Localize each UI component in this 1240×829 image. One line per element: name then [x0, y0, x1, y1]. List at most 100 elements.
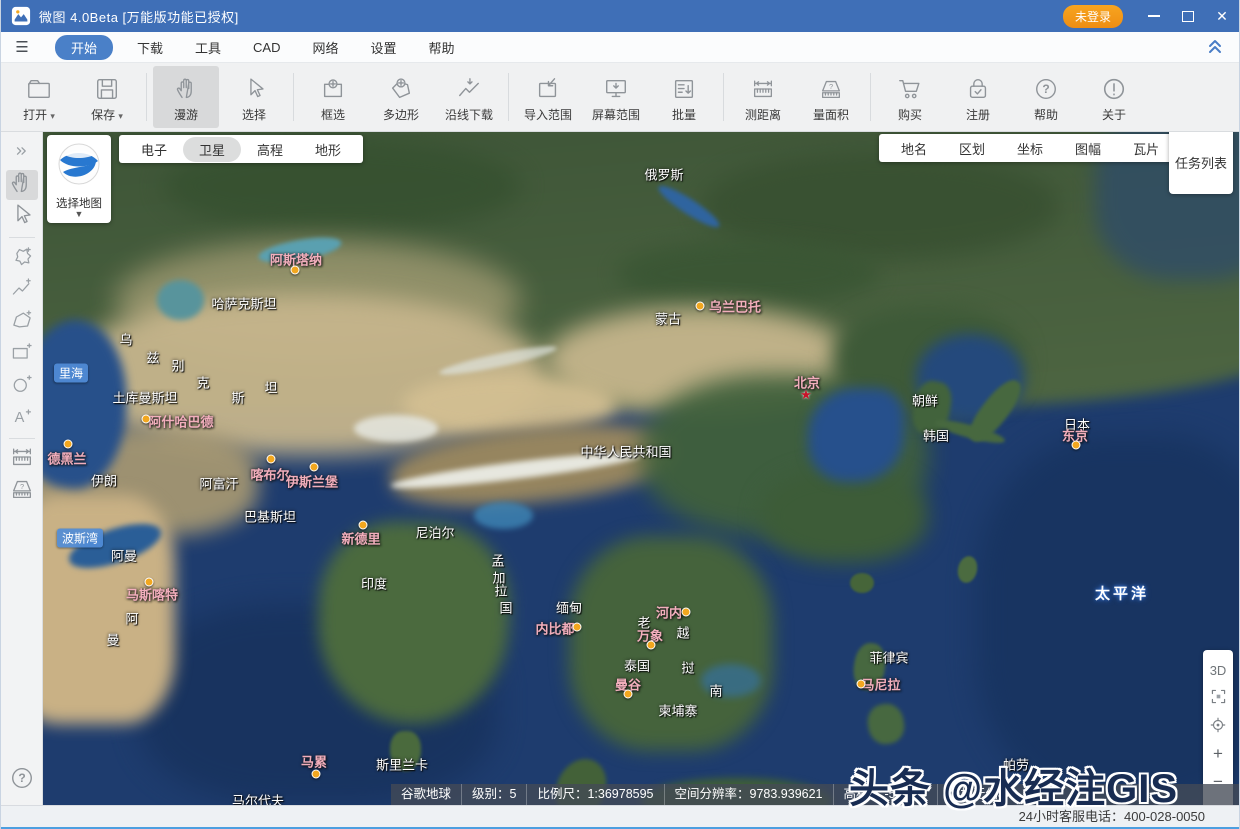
screen-extent-button[interactable]: 屏幕范围: [583, 66, 649, 128]
sidebar-divider: [9, 237, 35, 238]
menu-bar: ☰ 开始下载 工具 CAD 网络 设置 帮助: [1, 32, 1239, 63]
toolbar-separator: [723, 73, 724, 121]
status-segment: 高程： -523.79: [833, 784, 937, 805]
menu-item-tools[interactable]: 工具: [195, 35, 221, 60]
menu-item-start[interactable]: 开始: [55, 35, 113, 60]
save-button[interactable]: 保存 ▾: [74, 66, 140, 128]
polygon-icon: [388, 74, 414, 104]
toolbar-button-label: 打开 ▾: [23, 106, 55, 123]
close-icon: ✕: [1216, 8, 1228, 25]
menu-item-cad[interactable]: CAD: [253, 37, 280, 58]
along-line-download-button[interactable]: 沿线下载: [436, 66, 502, 128]
box-select-button[interactable]: 框选: [300, 66, 366, 128]
sidebar-tool-freeform-draw[interactable]: [6, 243, 38, 273]
menu-item-help[interactable]: 帮助: [429, 35, 455, 60]
register-button[interactable]: 注册: [945, 66, 1011, 128]
sidebar-tool-pan[interactable]: [6, 170, 38, 200]
layer-tab-terrain[interactable]: 地形: [299, 137, 357, 162]
google-earth-globe-icon: [57, 142, 101, 191]
toolbar-button-label: 漫游: [174, 106, 198, 123]
toolbar-button-label: 购买: [898, 106, 922, 123]
about-button[interactable]: 关于: [1081, 66, 1147, 128]
map-source-picker[interactable]: 选择地图 ▼: [47, 135, 111, 223]
map-label: 伊斯兰堡: [286, 472, 338, 491]
map-control-zoom-in[interactable]: +: [1205, 740, 1231, 768]
toolbar-button-label: 框选: [321, 106, 345, 123]
menu-item-download[interactable]: 下载: [137, 35, 163, 60]
menu-items: 开始下载 工具 CAD 网络 设置 帮助: [47, 35, 471, 60]
svg-text:?: ?: [1042, 82, 1049, 96]
map-control-fullscreen[interactable]: [1205, 684, 1231, 712]
data-tab-placenames[interactable]: 地名: [885, 136, 943, 161]
sidebar-tool-help[interactable]: ?: [6, 765, 38, 795]
layer-tab-electronic[interactable]: 电子: [125, 137, 183, 162]
map-data-tabs: 地名区划坐标图幅瓦片: [879, 134, 1181, 162]
import-extent-button[interactable]: 导入范围: [515, 66, 581, 128]
save-icon: [94, 74, 120, 104]
freeform-plus-icon: [10, 244, 34, 273]
map-control-view-3d[interactable]: 3D: [1205, 656, 1231, 684]
menu-item-settings[interactable]: 设置: [371, 35, 397, 60]
open-button[interactable]: 打开 ▾: [6, 66, 72, 128]
data-tab-districts[interactable]: 区划: [943, 136, 1001, 161]
sidebar-tool-measure-distance[interactable]: [6, 444, 38, 474]
toolbar-button-label: 测距离: [745, 106, 781, 123]
map-canvas[interactable]: 俄罗斯哈萨克斯坦蒙古中华人民共和国朝鲜韩国日本土库曼斯坦伊朗阿富汗巴基斯坦尼泊尔…: [43, 132, 1239, 805]
task-list-panel[interactable]: 任务列表: [1169, 132, 1233, 194]
customer-service-phone: 24小时客服电话：400-028-0050: [1019, 809, 1205, 824]
batch-button[interactable]: 批量: [651, 66, 717, 128]
sidebar-tool-select[interactable]: [6, 202, 38, 232]
toolbar-button-label: 量面积: [813, 106, 849, 123]
chevron-down-icon: ▾: [118, 111, 123, 121]
toolbar-separator: [293, 73, 294, 121]
data-tab-tiles[interactable]: 瓦片: [1117, 136, 1175, 161]
toolbar-button-label: 保存 ▾: [91, 106, 123, 123]
folder-icon: [26, 74, 52, 104]
menu-item-network[interactable]: 网络: [313, 35, 339, 60]
svg-text:?: ?: [19, 482, 23, 491]
task-list-label: 任务列表: [1175, 153, 1227, 172]
hamburger-menu-icon[interactable]: ☰: [11, 36, 33, 58]
help-icon: ?: [9, 765, 35, 796]
sidebar-tool-rectangle-draw[interactable]: [6, 339, 38, 369]
polygon-select-button[interactable]: 多边形: [368, 66, 434, 128]
select-button[interactable]: 选择: [221, 66, 287, 128]
circle-plus-icon: [10, 372, 34, 401]
terrain-shape: [851, 642, 888, 693]
terrain-shape: [617, 240, 880, 307]
measure-distance-button[interactable]: 测距离: [730, 66, 796, 128]
close-button[interactable]: ✕: [1205, 0, 1239, 32]
footer-bar: 24小时客服电话：400-028-0050: [1, 805, 1239, 827]
fullscreen-icon: [1210, 688, 1227, 708]
data-tab-map-sheets[interactable]: 图幅: [1059, 136, 1117, 161]
double-arrow-right-icon: [13, 142, 31, 165]
login-status-badge[interactable]: 未登录: [1063, 5, 1123, 28]
rect-select-icon: [320, 74, 346, 104]
maximize-button[interactable]: [1171, 0, 1205, 32]
window-title: 微图 4.0Beta [万能版功能已授权]: [39, 7, 239, 26]
data-tab-coordinates[interactable]: 坐标: [1001, 136, 1059, 161]
ruler-icon: [750, 74, 776, 104]
rect-plus-icon: [10, 340, 34, 369]
pan-button[interactable]: 漫游: [153, 66, 219, 128]
minimize-button[interactable]: [1137, 0, 1171, 32]
sidebar-tool-polyline-draw[interactable]: [6, 275, 38, 305]
sidebar-tool-text-annotate[interactable]: A: [6, 403, 38, 433]
buy-button[interactable]: 购买: [877, 66, 943, 128]
app-logo-icon: [11, 6, 31, 26]
measure-area-button[interactable]: ?量面积: [798, 66, 864, 128]
sidebar-tool-polygon-draw[interactable]: [6, 307, 38, 337]
sidebar-tool-measure-area[interactable]: ?: [6, 476, 38, 506]
sidebar-divider: [9, 438, 35, 439]
collapse-ribbon-button[interactable]: [1207, 37, 1223, 60]
sidebar-tool-circle-draw[interactable]: [6, 371, 38, 401]
sidebar-tool-expand[interactable]: [6, 138, 38, 168]
status-segment: 坐标无偏移: [937, 784, 1021, 805]
layer-tab-satellite[interactable]: 卫星: [183, 137, 241, 162]
help-button[interactable]: ?帮助: [1013, 66, 1079, 128]
batch-icon: [671, 74, 697, 104]
map-control-locate[interactable]: [1205, 712, 1231, 740]
text-plus-icon: A: [10, 404, 34, 433]
layer-tab-elevation[interactable]: 高程: [241, 137, 299, 162]
maximize-icon: [1182, 11, 1194, 22]
